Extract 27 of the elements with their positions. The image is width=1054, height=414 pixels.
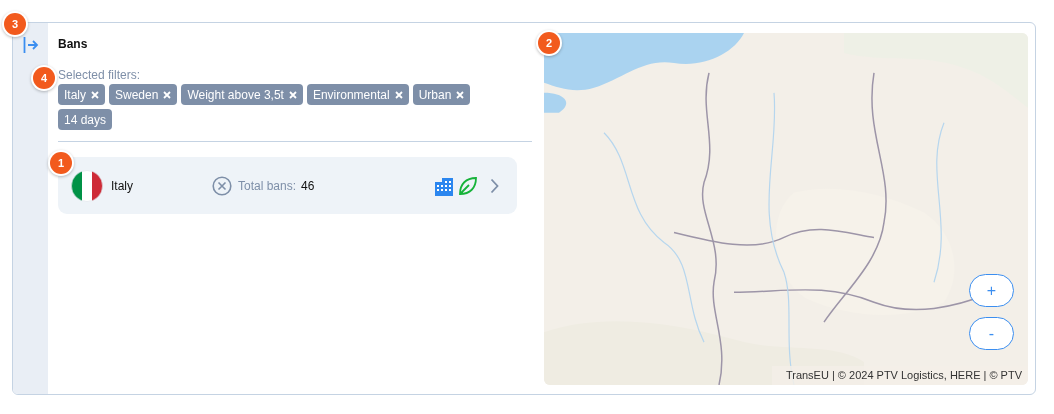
filter-chip[interactable]: 14 days bbox=[58, 109, 113, 130]
chevron-right-icon[interactable] bbox=[490, 177, 499, 194]
panel-title: Bans bbox=[58, 37, 89, 51]
map-attribution: TransEU | © 2024 PTV Logistics, HERE | © PTV bbox=[771, 366, 1028, 385]
filter-chip[interactable]: Sweden bbox=[109, 84, 178, 105]
filter-chip[interactable]: Urban bbox=[412, 84, 471, 105]
filter-chip[interactable]: Weight above 3,5t bbox=[181, 84, 303, 105]
country-name: Italy bbox=[111, 178, 134, 193]
remove-icon[interactable] bbox=[394, 90, 403, 99]
step-marker: 3 bbox=[4, 13, 26, 35]
remove-icon[interactable] bbox=[91, 90, 99, 99]
step-marker: 4 bbox=[33, 67, 55, 89]
leaf-icon bbox=[458, 175, 478, 196]
filter-chip[interactable]: Environmental bbox=[306, 84, 409, 105]
buildings-icon bbox=[434, 175, 454, 196]
remove-icon[interactable] bbox=[288, 90, 297, 99]
remove-icon[interactable] bbox=[163, 90, 172, 99]
remove-icon[interactable] bbox=[456, 90, 465, 99]
total-label: Total bans: bbox=[238, 178, 297, 193]
filter-chip[interactable]: Italy bbox=[58, 84, 105, 105]
total-value: 46 bbox=[301, 178, 315, 193]
step-marker: 1 bbox=[50, 152, 72, 174]
flag-icon bbox=[71, 169, 103, 202]
step-marker: 2 bbox=[538, 32, 560, 54]
expand-arrow-icon[interactable] bbox=[22, 36, 39, 54]
close-circle-icon bbox=[212, 175, 232, 196]
filters-label: Selected filters: bbox=[58, 68, 142, 82]
